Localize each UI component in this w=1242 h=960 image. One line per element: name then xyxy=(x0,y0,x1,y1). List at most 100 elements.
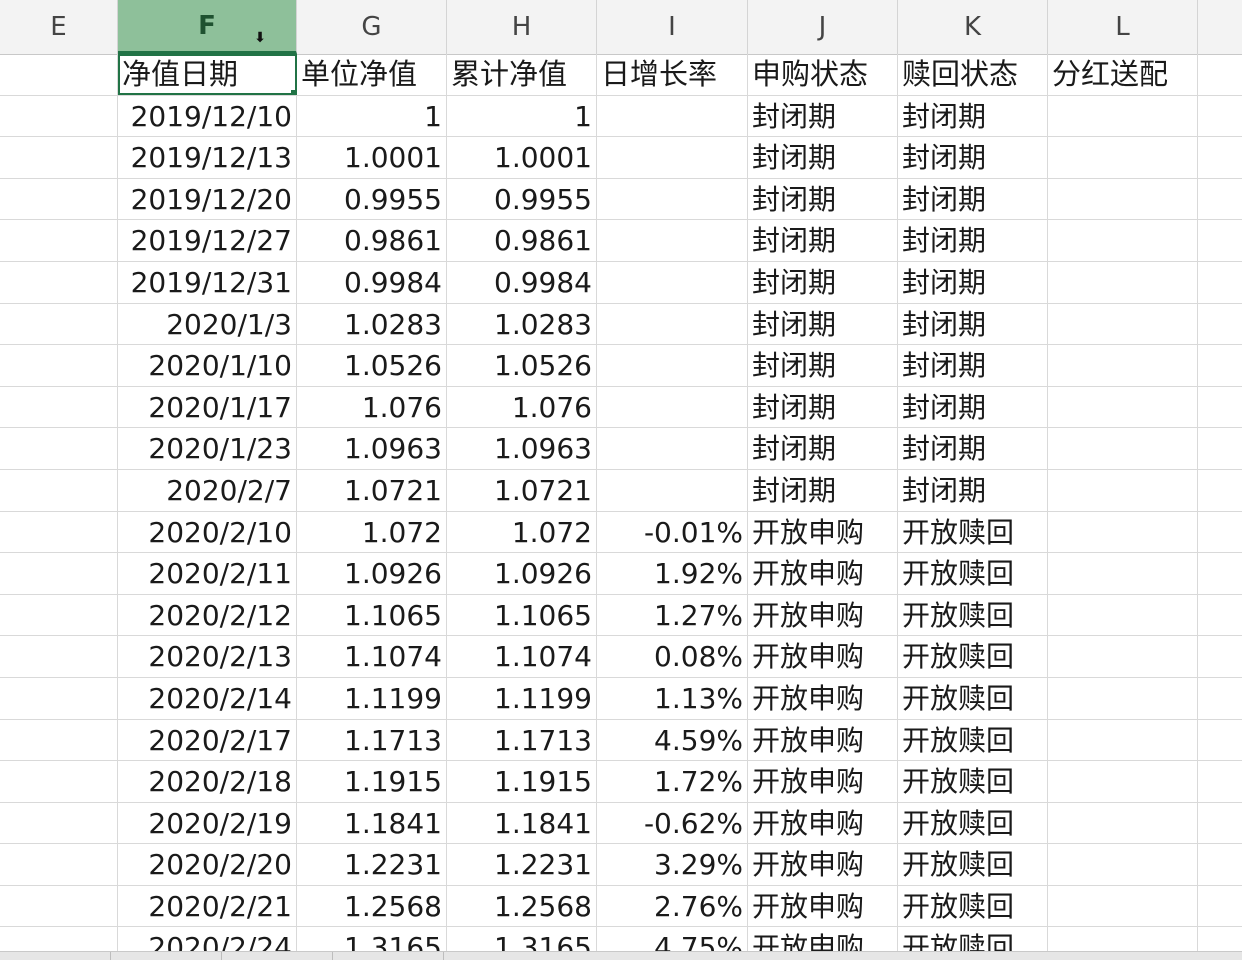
cell-dividend-header[interactable]: 分红送配 xyxy=(1048,54,1198,95)
cell-extra[interactable] xyxy=(1198,428,1242,469)
cell-unit-nav[interactable]: 1.1915 xyxy=(297,761,447,802)
cell-redemption-status[interactable]: 开放赎回 xyxy=(898,511,1048,553)
cell-extra[interactable] xyxy=(1198,262,1242,303)
cell-dividend[interactable] xyxy=(1048,137,1198,178)
column-header-h[interactable]: H xyxy=(447,0,597,54)
cell-dividend[interactable] xyxy=(1048,636,1198,677)
cell-daily-growth[interactable] xyxy=(597,220,748,261)
cell-extra[interactable] xyxy=(1198,345,1242,386)
cell-dividend[interactable] xyxy=(1048,220,1198,261)
cell-subscription-status[interactable]: 封闭期 xyxy=(748,95,898,137)
cell-daily-growth[interactable] xyxy=(597,469,748,511)
cell-unit-nav[interactable]: 1.1074 xyxy=(297,636,447,677)
cell-subscription-status[interactable]: 封闭期 xyxy=(748,137,898,178)
cell-e[interactable] xyxy=(0,220,118,261)
cell-redemption-status[interactable]: 开放赎回 xyxy=(898,553,1048,594)
cell-subscription-status[interactable]: 开放申购 xyxy=(748,553,898,594)
cell-unit-nav[interactable]: 1.076 xyxy=(297,386,447,428)
cell-nav-date[interactable]: 2019/12/13 xyxy=(118,137,297,178)
cell-e[interactable] xyxy=(0,469,118,511)
cell-unit-nav[interactable]: 1.1065 xyxy=(297,594,447,636)
cell-nav-date[interactable]: 2020/1/10 xyxy=(118,345,297,386)
cell-extra[interactable] xyxy=(1198,595,1242,636)
cell-dividend[interactable] xyxy=(1048,677,1198,719)
cell-acc-nav[interactable]: 1.1915 xyxy=(447,761,597,802)
sheet-tab-segment[interactable] xyxy=(333,952,444,960)
cell-daily-growth[interactable] xyxy=(597,261,748,303)
cell-e[interactable] xyxy=(0,802,118,844)
cell-subscription-status[interactable]: 封闭期 xyxy=(748,469,898,511)
cell-nav-date[interactable]: 2020/2/14 xyxy=(118,677,297,719)
cell-extra[interactable] xyxy=(1198,137,1242,178)
cell-redemption-status[interactable]: 封闭期 xyxy=(898,469,1048,511)
column-header-g[interactable]: G xyxy=(297,0,447,54)
cell-subscription-status[interactable]: 封闭期 xyxy=(748,345,898,386)
cell-nav-date[interactable]: 2020/2/10 xyxy=(118,511,297,553)
cell-nav-date[interactable]: 2020/2/11 xyxy=(118,553,297,594)
cell-acc-nav[interactable]: 1.1199 xyxy=(447,677,597,719)
cell-redemption-status[interactable]: 开放赎回 xyxy=(898,844,1048,885)
cell-unit-nav[interactable]: 1.2231 xyxy=(297,844,447,885)
cell-daily-growth[interactable]: 1.92% xyxy=(597,553,748,594)
cell-acc-nav[interactable]: 1.2231 xyxy=(447,844,597,885)
cell-daily-growth[interactable]: 4.59% xyxy=(597,719,748,761)
sheet-tab-segment[interactable] xyxy=(111,952,222,960)
cell-unit-nav[interactable]: 1.072 xyxy=(297,511,447,553)
cell-nav-date[interactable]: 2020/1/3 xyxy=(118,303,297,345)
cell-subscription-status[interactable]: 开放申购 xyxy=(748,636,898,677)
cell-dividend[interactable] xyxy=(1048,386,1198,428)
cell-daily-growth[interactable] xyxy=(597,137,748,178)
cell-unit-nav[interactable]: 1.0721 xyxy=(297,469,447,511)
cell-subscription-status[interactable]: 开放申购 xyxy=(748,677,898,719)
cell-extra[interactable] xyxy=(1198,761,1242,802)
cell-acc-nav[interactable]: 1.1065 xyxy=(447,594,597,636)
cell-redemption-status[interactable]: 封闭期 xyxy=(898,303,1048,345)
cell-acc-nav[interactable]: 1.1074 xyxy=(447,636,597,677)
cell-redemption-status[interactable]: 封闭期 xyxy=(898,137,1048,178)
cell-e[interactable] xyxy=(0,885,118,927)
cell-subscription-status[interactable]: 封闭期 xyxy=(748,428,898,469)
cell-nav-date[interactable]: 2019/12/27 xyxy=(118,220,297,261)
cell-unit-nav[interactable]: 0.9861 xyxy=(297,220,447,261)
cell-subscription-status[interactable]: 封闭期 xyxy=(748,220,898,261)
cell-nav-date[interactable]: 2020/2/13 xyxy=(118,636,297,677)
cell-extra[interactable] xyxy=(1198,54,1242,95)
cell-unit-nav[interactable]: 0.9955 xyxy=(297,178,447,220)
cell-redemption-status[interactable]: 开放赎回 xyxy=(898,885,1048,927)
cell-e[interactable] xyxy=(0,345,118,386)
cell-e-header[interactable] xyxy=(0,54,118,95)
cell-extra[interactable] xyxy=(1198,803,1242,844)
cell-e[interactable] xyxy=(0,261,118,303)
cell-subscription-status[interactable]: 开放申购 xyxy=(748,719,898,761)
column-header-l[interactable]: L xyxy=(1048,0,1198,54)
cell-nav-date[interactable]: 2020/2/7 xyxy=(118,469,297,511)
cell-redemption-status[interactable]: 开放赎回 xyxy=(898,802,1048,844)
cell-unit-nav[interactable]: 1.0283 xyxy=(297,303,447,345)
cell-unit-nav[interactable]: 1.1199 xyxy=(297,677,447,719)
cell-acc-nav[interactable]: 1.2568 xyxy=(447,885,597,927)
column-header-k[interactable]: K xyxy=(898,0,1048,54)
sheet-tab-segment[interactable] xyxy=(0,952,111,960)
cell-daily-growth[interactable]: 3.29% xyxy=(597,844,748,885)
cell-extra[interactable] xyxy=(1198,387,1242,428)
cell-subscription-status[interactable]: 开放申购 xyxy=(748,511,898,553)
cell-redemption-status[interactable]: 封闭期 xyxy=(898,261,1048,303)
cell-dividend[interactable] xyxy=(1048,844,1198,885)
cell-dividend[interactable] xyxy=(1048,719,1198,761)
cell-nav-date[interactable]: 2020/2/17 xyxy=(118,719,297,761)
cell-acc-nav[interactable]: 1.0001 xyxy=(447,137,597,178)
cell-redemption-status-header[interactable]: 赎回状态 xyxy=(898,54,1048,95)
cell-nav-date[interactable]: 2020/1/23 xyxy=(118,428,297,469)
cell-daily-growth[interactable] xyxy=(597,95,748,137)
cell-subscription-status[interactable]: 封闭期 xyxy=(748,386,898,428)
cell-daily-growth[interactable]: 0.08% xyxy=(597,636,748,677)
cell-redemption-status[interactable]: 开放赎回 xyxy=(898,719,1048,761)
cell-e[interactable] xyxy=(0,636,118,677)
cell-unit-nav[interactable]: 1 xyxy=(297,95,447,137)
cell-extra[interactable] xyxy=(1198,220,1242,261)
column-header-j[interactable]: J xyxy=(748,0,898,54)
cell-redemption-status[interactable]: 封闭期 xyxy=(898,428,1048,469)
cell-extra[interactable] xyxy=(1198,512,1242,553)
cell-acc-nav[interactable]: 1.1713 xyxy=(447,719,597,761)
cell-acc-nav[interactable]: 1.072 xyxy=(447,511,597,553)
